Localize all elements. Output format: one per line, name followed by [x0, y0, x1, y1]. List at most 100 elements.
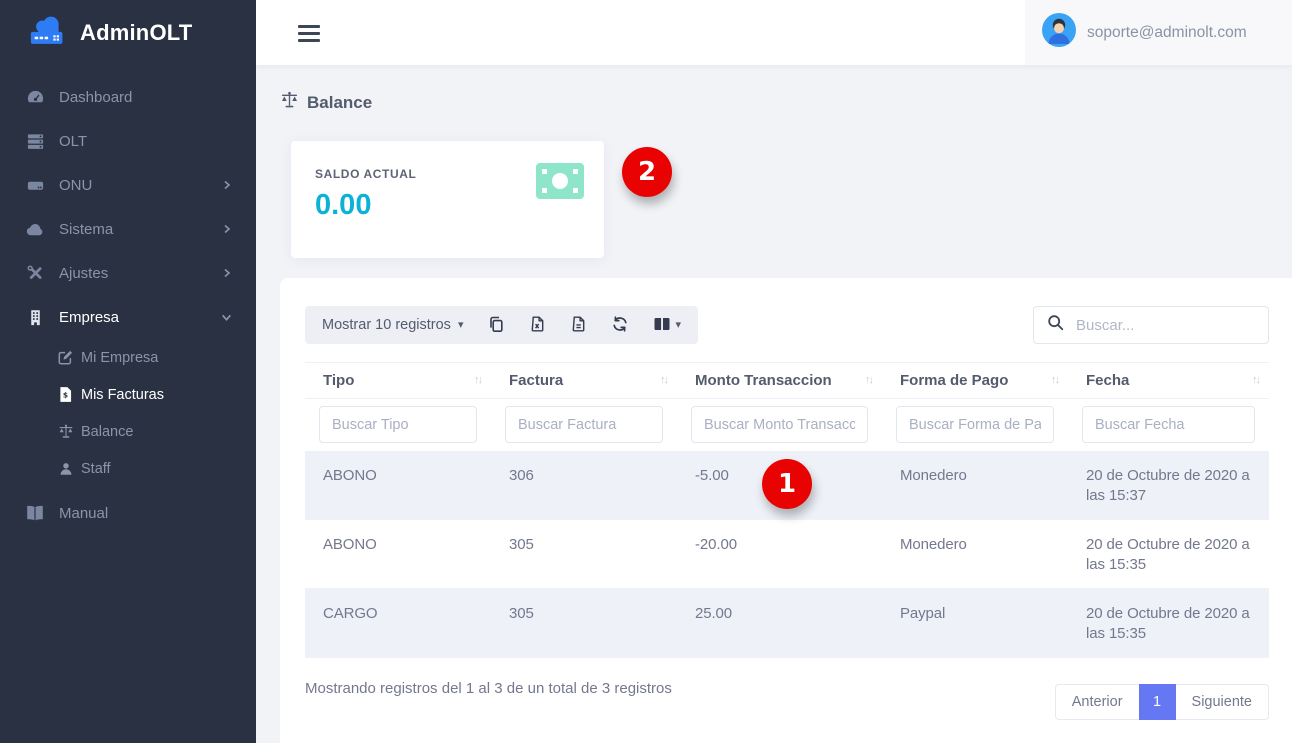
sidebar-item-label: Sistema	[59, 221, 113, 238]
user-icon	[57, 462, 74, 476]
scales-icon	[57, 424, 74, 439]
pagination-previous-button[interactable]: Anterior	[1055, 684, 1139, 720]
cloud-icon	[24, 220, 46, 239]
app-root: AdminOLT Dashboard OLT ONU	[0, 0, 1292, 743]
column-header-tipo[interactable]: ↑↓Tipo	[305, 363, 491, 399]
cell-factura: 305	[491, 589, 677, 658]
cell-forma-de-pago: Monedero	[882, 451, 1068, 520]
table-row[interactable]: ABONO 305 -20.00 Monedero 20 de Octubre …	[305, 520, 1269, 589]
cell-fecha: 20 de Octubre de 2020 a las 15:35	[1068, 520, 1269, 589]
sidebar-item-onu[interactable]: ONU	[0, 163, 256, 207]
cell-factura: 305	[491, 520, 677, 589]
cell-monto: 25.00	[677, 589, 882, 658]
sidebar-item-label: Ajustes	[59, 265, 108, 282]
topbar: soporte@adminolt.com	[256, 0, 1292, 65]
chevron-right-icon	[222, 180, 232, 190]
cell-tipo: CARGO	[305, 589, 491, 658]
server-icon	[24, 132, 46, 151]
filter-fecha-input[interactable]	[1082, 406, 1255, 443]
caret-down-icon: ▾	[675, 320, 681, 331]
page-length-select[interactable]: Mostrar 10 registros ▾	[322, 317, 463, 333]
search-input[interactable]	[1074, 316, 1255, 335]
table-header-row: ↑↓Tipo ↑↓Factura ↑↓Monto Transaccion ↑↓F…	[305, 363, 1269, 399]
copy-icon	[487, 315, 505, 336]
pagination-page-1-button[interactable]: 1	[1139, 684, 1176, 720]
cell-tipo: ABONO	[305, 520, 491, 589]
sidebar-item-olt[interactable]: OLT	[0, 119, 256, 163]
sidebar-item-label: ONU	[59, 177, 92, 194]
device-icon	[24, 176, 46, 195]
table-toolbar: Mostrar 10 registros ▾	[305, 306, 1269, 344]
cell-factura: 306	[491, 451, 677, 520]
page-title: Balance	[280, 91, 372, 114]
user-menu[interactable]: soporte@adminolt.com	[1025, 0, 1292, 65]
user-email: soporte@adminolt.com	[1087, 24, 1247, 42]
table-row[interactable]: CARGO 305 25.00 Paypal 20 de Octubre de …	[305, 589, 1269, 658]
sidebar-item-label: Dashboard	[59, 89, 132, 106]
column-header-fecha[interactable]: ↑↓Fecha	[1068, 363, 1269, 399]
sidebar-item-manual[interactable]: Manual	[0, 491, 256, 535]
sidebar-subitem-mis-facturas[interactable]: $ Mis Facturas	[0, 376, 256, 413]
search-icon	[1047, 314, 1064, 336]
money-bill-icon	[536, 163, 584, 199]
column-header-factura[interactable]: ↑↓Factura	[491, 363, 677, 399]
sidebar-subitem-mi-empresa[interactable]: Mi Empresa	[0, 339, 256, 376]
brand[interactable]: AdminOLT	[0, 0, 256, 65]
sidebar-subitem-staff[interactable]: Staff	[0, 450, 256, 487]
table-search	[1033, 306, 1269, 344]
brand-name: AdminOLT	[80, 20, 192, 46]
sidebar-nav: Dashboard OLT ONU	[0, 65, 256, 535]
empresa-submenu: Mi Empresa $ Mis Facturas Balance	[0, 339, 256, 491]
sidebar-subitem-label: Staff	[81, 461, 111, 477]
table-footer: Mostrando registros del 1 al 3 de un tot…	[305, 658, 1269, 720]
sidebar-item-dashboard[interactable]: Dashboard	[0, 75, 256, 119]
filter-monto-input[interactable]	[691, 406, 868, 443]
refresh-icon	[611, 315, 629, 336]
export-excel-icon	[529, 315, 546, 336]
filter-forma-de-pago-input[interactable]	[896, 406, 1054, 443]
avatar	[1042, 13, 1076, 52]
sidebar-subitem-label: Mi Empresa	[81, 350, 158, 366]
chevron-right-icon	[222, 224, 232, 234]
refresh-button[interactable]	[611, 315, 629, 336]
column-header-forma-de-pago[interactable]: ↑↓Forma de Pago	[882, 363, 1068, 399]
column-visibility-button[interactable]: ▾	[653, 316, 681, 335]
filter-factura-input[interactable]	[505, 406, 663, 443]
gauge-icon	[24, 88, 46, 107]
sidebar-item-empresa[interactable]: Empresa	[0, 295, 256, 339]
filter-tipo-input[interactable]	[319, 406, 477, 443]
balance-table: ↑↓Tipo ↑↓Factura ↑↓Monto Transaccion ↑↓F…	[305, 362, 1269, 658]
cell-forma-de-pago: Paypal	[882, 589, 1068, 658]
column-header-monto[interactable]: ↑↓Monto Transaccion	[677, 363, 882, 399]
sidebar-item-ajustes[interactable]: Ajustes	[0, 251, 256, 295]
sidebar-subitem-balance[interactable]: Balance	[0, 413, 256, 450]
export-file-icon	[570, 315, 587, 336]
cell-fecha: 20 de Octubre de 2020 a las 15:37	[1068, 451, 1269, 520]
caret-down-icon: ▾	[458, 320, 464, 331]
step-badge-2: 2	[622, 147, 672, 197]
export-file-button[interactable]	[570, 315, 587, 336]
sidebar-item-label: Manual	[59, 505, 108, 522]
export-excel-button[interactable]	[529, 315, 546, 336]
cell-forma-de-pago: Monedero	[882, 520, 1068, 589]
menu-toggle-button[interactable]	[298, 25, 320, 42]
table-info: Mostrando registros del 1 al 3 de un tot…	[305, 680, 672, 697]
sidebar-item-sistema[interactable]: Sistema	[0, 207, 256, 251]
chevron-down-icon	[221, 312, 232, 323]
sidebar-subitem-label: Balance	[81, 424, 133, 440]
sort-icon: ↑↓	[1252, 374, 1259, 386]
pagination-next-button[interactable]: Siguiente	[1176, 684, 1269, 720]
svg-text:$: $	[63, 391, 68, 400]
cell-tipo: ABONO	[305, 451, 491, 520]
toolbar-buttons: Mostrar 10 registros ▾	[305, 306, 698, 344]
sidebar: AdminOLT Dashboard OLT ONU	[0, 0, 256, 743]
sidebar-item-label: Empresa	[59, 309, 119, 326]
hamburger-icon	[298, 25, 320, 28]
tools-icon	[24, 264, 46, 283]
scales-icon	[280, 91, 299, 114]
copy-button[interactable]	[487, 315, 505, 336]
invoice-icon: $	[57, 387, 74, 402]
edit-icon	[57, 350, 74, 365]
pagination: Anterior 1 Siguiente	[1055, 684, 1269, 720]
page-title-text: Balance	[307, 93, 372, 113]
